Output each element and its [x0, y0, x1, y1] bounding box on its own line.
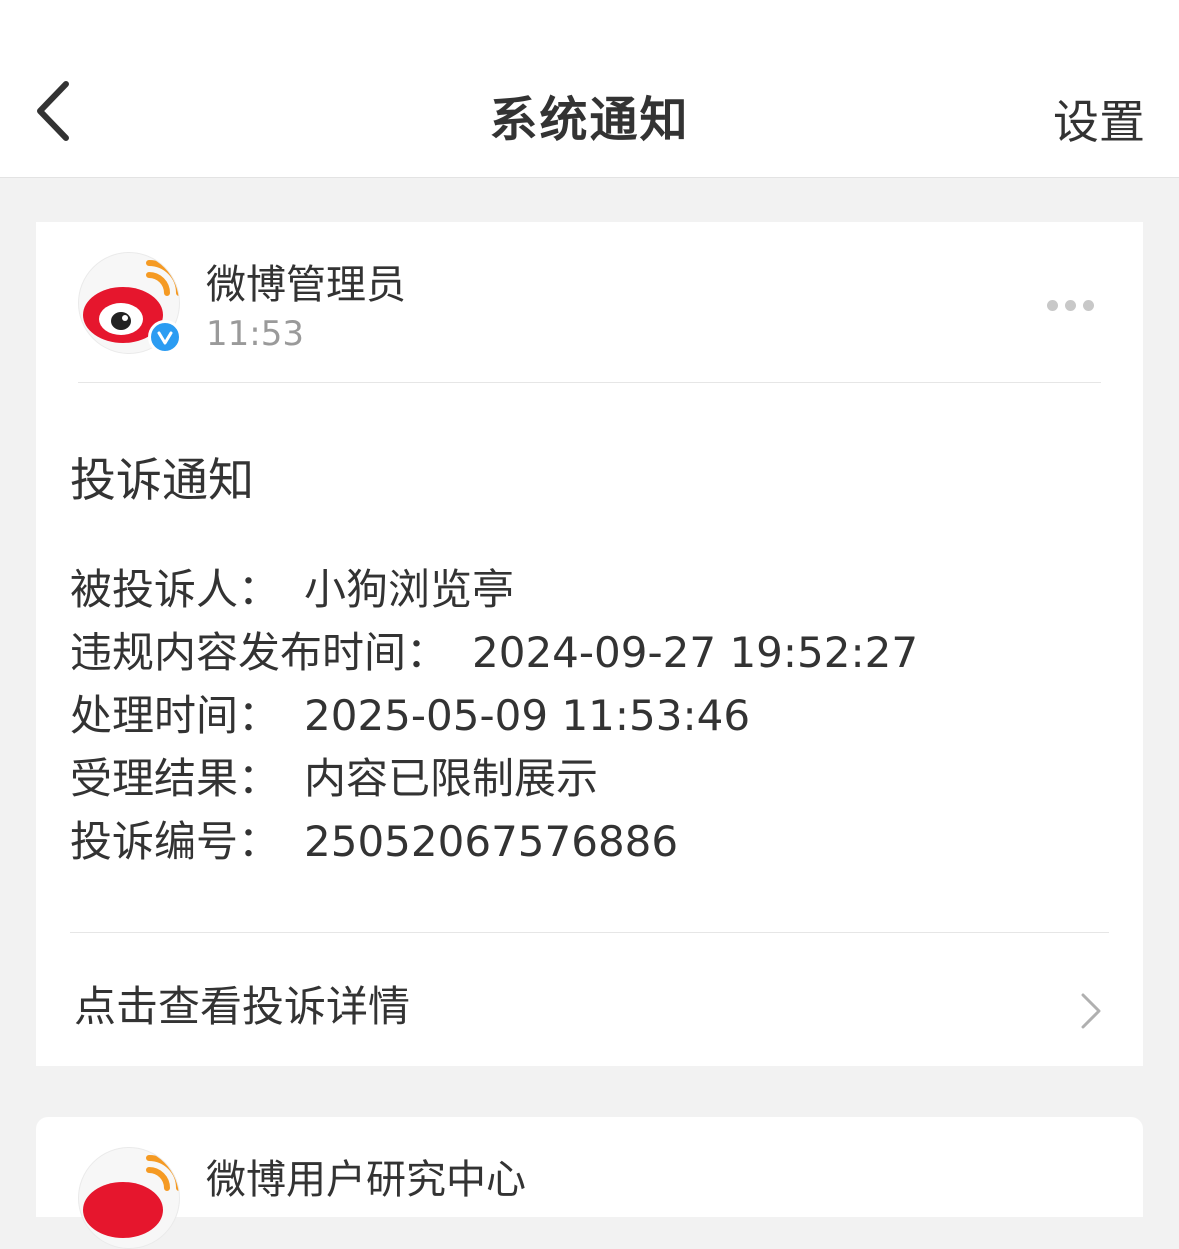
top-nav-bar: 系统通知 设置 — [0, 0, 1179, 178]
field-complaint-id: 投诉编号： 25052067576886 — [70, 817, 679, 866]
weibo-logo-icon — [83, 1155, 179, 1238]
complaint-details: 被投诉人： 小狗浏览亭 违规内容发布时间： 2024-09-27 19:52:27 … — [70, 558, 918, 873]
notice-title: 投诉通知 — [70, 453, 254, 507]
field-respondent: 被投诉人： 小狗浏览亭 — [70, 565, 515, 614]
more-options-button[interactable] — [1047, 296, 1103, 311]
avatar[interactable] — [78, 1147, 180, 1249]
divider — [78, 382, 1101, 383]
detail-link-label: 点击查看投诉详情 — [74, 982, 411, 1031]
notification-card: 微博管理员 11:53 投诉通知 被投诉人： 小狗浏览亭 违规内容发布时间： 202… — [36, 222, 1143, 1066]
field-process-time: 处理时间： 2025-05-09 11:53:46 — [70, 691, 751, 740]
more-dots-icon — [1047, 300, 1058, 311]
sender-name[interactable]: 微博管理员 — [206, 252, 406, 310]
notification-card: 微博用户研究中心 — [36, 1117, 1143, 1249]
sender-name[interactable]: 微博用户研究中心 — [206, 1147, 526, 1205]
settings-button[interactable]: 设置 — [1053, 86, 1145, 152]
avatar[interactable] — [78, 252, 182, 354]
message-time: 11:53 — [206, 314, 304, 354]
page-title: 系统通知 — [489, 92, 690, 148]
view-complaint-details-link[interactable]: 点击查看投诉详情 — [36, 933, 1143, 1066]
field-result: 受理结果： 内容已限制展示 — [70, 754, 599, 803]
field-post-time: 违规内容发布时间： 2024-09-27 19:52:27 — [70, 628, 919, 677]
chevron-right-icon — [1081, 993, 1101, 1029]
verified-badge-icon — [148, 320, 182, 354]
